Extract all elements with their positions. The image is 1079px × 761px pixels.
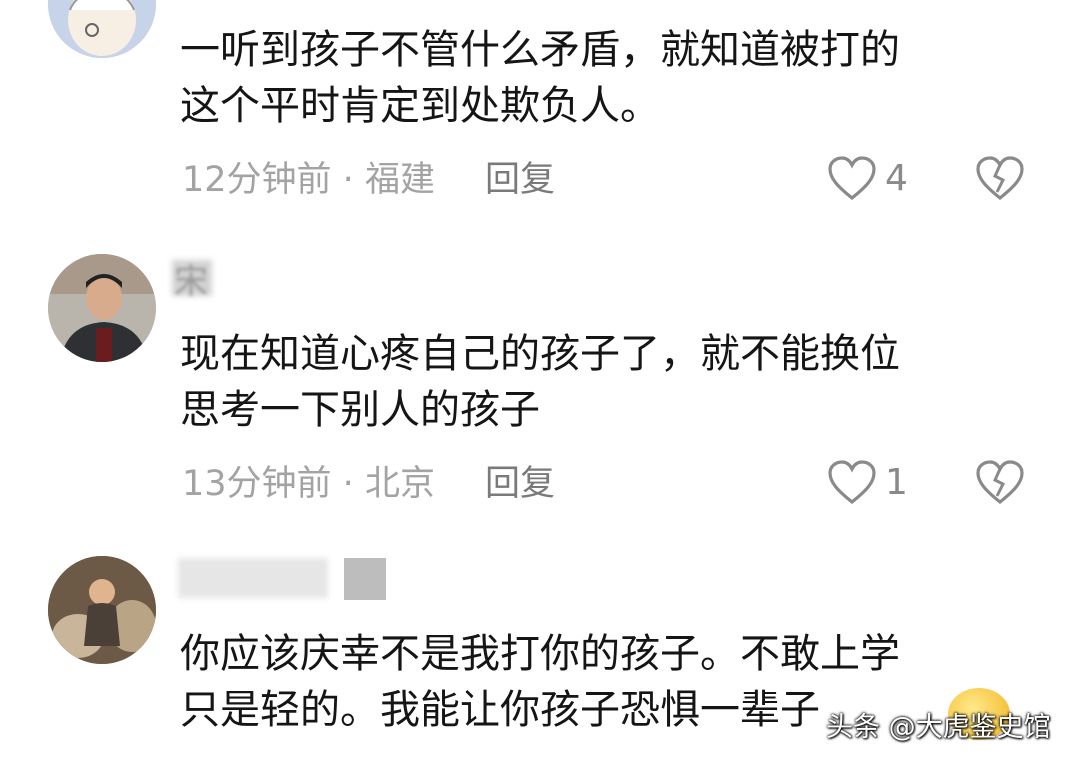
comment-location: 北京	[364, 464, 435, 504]
comment-text: 现在知道心疼自己的孩子了，就不能换位 思考一下别人的孩子	[180, 331, 900, 433]
comment-meta: 13分钟前 · 北京 回复	[182, 464, 555, 504]
cartoon-avatar-icon	[48, 0, 156, 58]
comment-time: 12分钟前	[182, 160, 332, 200]
watermark: 头条 @大虎鉴史馆	[826, 712, 1051, 743]
like-button[interactable]: 4	[827, 156, 917, 204]
heart-icon	[828, 156, 876, 201]
avatar[interactable]	[48, 254, 156, 362]
comment-meta: 12分钟前 · 福建 回复	[182, 160, 555, 200]
avatar[interactable]	[48, 0, 156, 58]
like-count: 1	[885, 462, 908, 503]
dislike-button[interactable]	[975, 156, 1025, 204]
like-count: 4	[885, 158, 908, 199]
avatar[interactable]	[48, 556, 156, 664]
broken-heart-icon	[976, 156, 1024, 201]
reply-button[interactable]: 回复	[485, 160, 555, 200]
reply-button[interactable]: 回复	[485, 464, 555, 504]
comment-time: 13分钟前	[182, 464, 332, 504]
dislike-button[interactable]	[975, 460, 1025, 508]
meta-separator: ·	[331, 464, 365, 504]
meta-separator: ·	[331, 160, 365, 200]
comment-location: 福建	[364, 160, 435, 200]
like-button[interactable]: 1	[827, 460, 917, 508]
man-avatar-icon	[48, 254, 156, 362]
comment-text: 一听到孩子不管什么矛盾，就知道被打的 这个平时肯定到处欺负人。	[180, 27, 900, 129]
heart-icon	[828, 460, 876, 505]
child-avatar-icon	[48, 556, 156, 664]
broken-heart-icon	[976, 460, 1024, 505]
username-text: 宋	[174, 262, 208, 302]
